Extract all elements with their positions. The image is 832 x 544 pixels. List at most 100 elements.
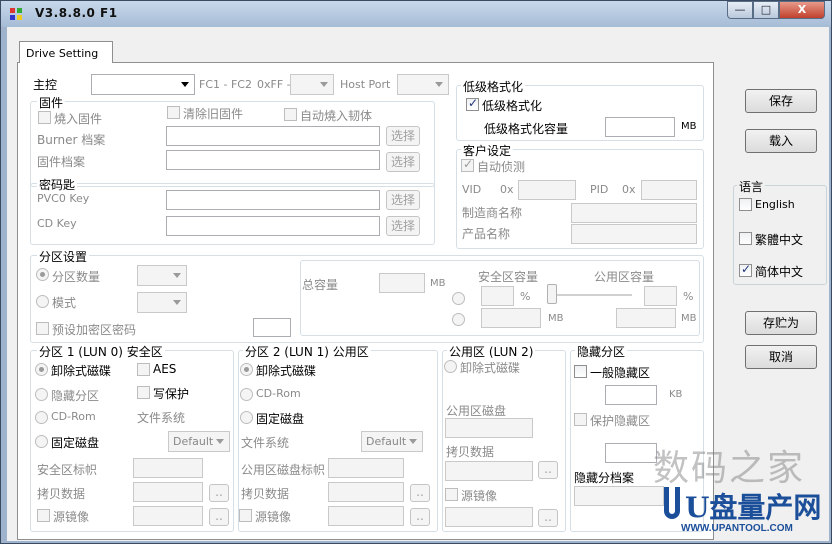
cd-key-input[interactable] — [166, 216, 380, 236]
master-select[interactable] — [91, 74, 195, 95]
p2-removable-radio[interactable] — [240, 363, 253, 376]
application-window: V3.8.8.0 F1 — □ X Drive Setting 主控 FC1 -… — [0, 0, 832, 544]
burner-file-browse-button[interactable]: 选择 — [386, 126, 420, 146]
total-capacity-input[interactable] — [379, 273, 425, 293]
clear-old-firmware-checkbox[interactable] — [167, 106, 180, 119]
p1-fixed-radio[interactable] — [35, 435, 48, 448]
p1-mirror-browse[interactable]: .. — [209, 508, 229, 526]
lun2-mirror-input[interactable] — [445, 507, 533, 527]
p1-copy-data-browse[interactable]: .. — [209, 484, 229, 502]
preset-password-checkbox[interactable] — [36, 322, 49, 335]
secure-mb-input[interactable] — [481, 308, 541, 328]
p1-aes-checkbox[interactable] — [137, 363, 150, 376]
firmware-file-input[interactable] — [166, 150, 380, 170]
partition-mode-label: 模式 — [52, 296, 77, 310]
partition-count-radio[interactable] — [36, 268, 49, 281]
partition-count-label: 分区数量 — [52, 270, 101, 284]
minimize-button[interactable]: — — [727, 1, 753, 19]
p1-cdrom-label: CD-Rom — [51, 410, 96, 423]
save-as-button[interactable]: 存贮为 — [745, 311, 817, 335]
capacity-percent-radio[interactable] — [452, 292, 465, 305]
p2-mirror-input[interactable] — [328, 506, 404, 526]
lun2-copy-data-input[interactable] — [445, 461, 533, 481]
p2-mirror-checkbox[interactable] — [239, 509, 252, 522]
hidden-size-input[interactable] — [605, 385, 657, 405]
auto-detect-checkbox[interactable] — [461, 157, 474, 172]
public-percent-input[interactable] — [644, 286, 677, 306]
simplified-chinese-checkbox[interactable] — [739, 262, 752, 277]
firmware-file-browse-button[interactable]: 选择 — [386, 152, 420, 172]
p1-copy-data-input[interactable] — [133, 482, 203, 502]
app-icon — [10, 8, 22, 20]
lun2-copy-data-label: 拷贝数据 — [446, 445, 495, 459]
tab-drive-setting[interactable]: Drive Setting — [19, 41, 113, 63]
load-button[interactable]: 载入 — [745, 129, 817, 153]
vendor-name-input[interactable] — [571, 203, 697, 223]
protect-hidden-input[interactable] — [605, 443, 657, 463]
public-lun2-title: 公用区 (LUN 2) — [447, 343, 536, 360]
p2-fs-select[interactable]: Default — [361, 431, 423, 452]
p1-mirror-checkbox[interactable] — [37, 509, 50, 522]
host-port-select[interactable] — [397, 74, 449, 95]
product-name-input[interactable] — [571, 224, 697, 244]
p1-hidden-radio[interactable] — [35, 388, 48, 401]
pid-label: PID — [590, 183, 609, 196]
low-format-checkbox[interactable] — [466, 96, 479, 111]
preset-password-input[interactable] — [253, 318, 291, 337]
public-mb-input[interactable] — [616, 308, 676, 328]
lun2-copy-data-browse[interactable]: .. — [538, 461, 558, 479]
burn-firmware-checkbox[interactable] — [38, 111, 51, 124]
cd-key-browse-button[interactable]: 选择 — [386, 216, 420, 236]
capacity-slider-track — [556, 294, 632, 296]
pid-input[interactable] — [641, 180, 697, 200]
p1-removable-radio[interactable] — [35, 363, 48, 376]
traditional-chinese-checkbox[interactable] — [739, 232, 752, 245]
burner-file-input[interactable] — [166, 126, 380, 146]
cancel-button[interactable]: 取消 — [745, 345, 817, 369]
host-port-label: Host Port — [340, 78, 391, 91]
capacity-slider-handle[interactable] — [547, 284, 557, 304]
auto-burn-checkbox[interactable] — [284, 108, 297, 121]
simplified-chinese-label: 简体中文 — [755, 265, 804, 279]
maximize-button[interactable]: □ — [753, 1, 779, 19]
p1-fs-select[interactable]: Default — [168, 431, 230, 452]
english-checkbox[interactable] — [739, 198, 752, 211]
partition-count-select[interactable] — [137, 265, 187, 286]
total-capacity-unit: MB — [430, 278, 446, 289]
hidden-file-input[interactable] — [574, 486, 664, 506]
public-lun2-group — [442, 350, 566, 532]
p2-public-label-input[interactable] — [328, 458, 404, 478]
p2-cdrom-radio[interactable] — [240, 388, 253, 401]
master-label: 主控 — [33, 78, 58, 92]
public-capacity-label: 公用区容量 — [594, 270, 655, 284]
p1-secure-label-label: 安全区标帜 — [37, 463, 98, 477]
hidden-file-label: 隐藏分档案 — [574, 471, 635, 485]
lun2-removable-radio[interactable] — [444, 360, 457, 373]
close-button[interactable]: X — [779, 1, 825, 19]
p1-secure-label-input[interactable] — [133, 458, 203, 478]
p1-cdrom-radio[interactable] — [35, 411, 48, 424]
p1-write-protect-checkbox[interactable] — [137, 386, 150, 399]
p2-fixed-radio[interactable] — [240, 411, 253, 424]
vid-input[interactable] — [518, 180, 576, 200]
secure-percent-input[interactable] — [481, 286, 514, 306]
partition-mode-select[interactable] — [137, 292, 187, 313]
partition-mode-radio[interactable] — [36, 295, 49, 308]
pvc0-key-browse-button[interactable]: 选择 — [386, 190, 420, 210]
p1-mirror-input[interactable] — [133, 506, 203, 526]
clear-old-firmware-label: 清除旧固件 — [183, 107, 244, 121]
p2-copy-data-input[interactable] — [328, 482, 404, 502]
low-format-capacity-input[interactable] — [605, 117, 675, 137]
lun2-mirror-checkbox[interactable] — [445, 488, 458, 501]
normal-hidden-checkbox[interactable] — [574, 365, 587, 378]
pvc0-key-input[interactable] — [166, 190, 380, 210]
preset-password-label: 预设加密区密码 — [52, 323, 137, 337]
p2-mirror-browse[interactable]: .. — [410, 508, 430, 526]
save-button[interactable]: 保存 — [745, 89, 817, 113]
lun2-mirror-browse[interactable]: .. — [538, 509, 558, 527]
fc-select[interactable] — [290, 74, 334, 95]
capacity-mb-radio[interactable] — [452, 313, 465, 326]
p2-copy-data-browse[interactable]: .. — [410, 484, 430, 502]
lun2-public-disk-input[interactable] — [445, 418, 533, 438]
protect-hidden-checkbox[interactable] — [574, 413, 587, 426]
